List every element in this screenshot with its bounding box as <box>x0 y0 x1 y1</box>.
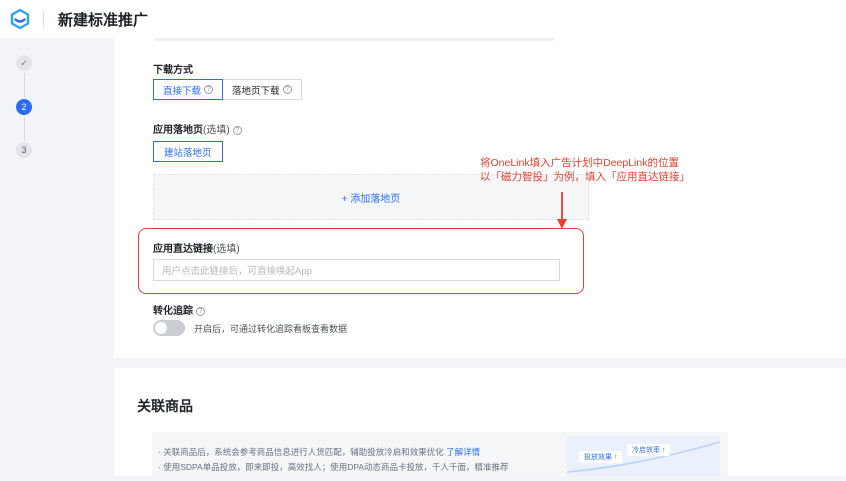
related-info-line-1: · 关联商品后，系统会参考商品信息进行人货匹配，辅助投放冷启和效果优化 了解详情 <box>158 447 481 457</box>
help-icon[interactable]: ? <box>232 126 242 135</box>
conversion-tracking-hint: 开启后，可通过转化追踪看板查看数据 <box>194 324 348 334</box>
build-landing-page-button[interactable]: 建站落地页 <box>153 141 223 162</box>
previous-section-edge <box>154 38 554 41</box>
effect-illustration: 投放效果 ↑ 冷启效率 ↑ <box>567 436 720 476</box>
deeplink-placeholder: 用户点击此链接后，可直接唤起App <box>162 266 312 277</box>
conversion-tracking-label: 转化追踪? <box>153 302 205 317</box>
annotation-line-2: 以「磁力智投」为例，填入「应用直达链接」 <box>480 171 690 183</box>
help-icon[interactable]: ? <box>282 85 292 94</box>
step-2-active[interactable]: 2 <box>16 99 32 115</box>
landing-page-label: 应用落地页(选填)? <box>153 121 242 136</box>
annotation-line-1: 将OneLink填入广告计划中DeepLink的位置 <box>480 157 679 169</box>
deeplink-input[interactable]: 用户点击此链接后，可直接唤起App <box>153 259 560 281</box>
step-connector <box>23 73 25 97</box>
step-3[interactable]: 3 <box>16 142 32 158</box>
conversion-tracking-toggle[interactable] <box>153 320 185 336</box>
effect-pill: 投放效果 ↑ <box>579 451 623 463</box>
help-icon[interactable]: ? <box>204 85 214 94</box>
download-method-selector: 直接下载? 落地页下载? <box>153 79 302 100</box>
learn-more-link[interactable]: 了解详情 <box>446 447 480 457</box>
landing-page-download-option[interactable]: 落地页下载? <box>223 79 302 100</box>
efficiency-pill: 冷启效率 ↑ <box>627 444 671 456</box>
direct-download-option[interactable]: 直接下载? <box>153 79 224 100</box>
header-divider <box>43 11 44 27</box>
toggle-knob <box>155 322 167 334</box>
deeplink-label: 应用直达链接(选填) <box>153 244 240 255</box>
related-products-title: 关联商品 <box>137 398 193 414</box>
annotation-text: 将OneLink填入广告计划中DeepLink的位置 以「磁力智投」为例，填入「… <box>480 156 690 184</box>
related-info-line-2: · 使用SDPA单品投放，即来即投，高效找人；使用DPA动态商品卡投放，千人千面… <box>158 462 509 472</box>
step-sidebar: ✓ 2 3 <box>0 38 114 481</box>
step-1-completed[interactable]: ✓ <box>16 55 32 71</box>
page-title: 新建标准推广 <box>58 12 149 29</box>
download-method-label: 下载方式 <box>153 65 193 76</box>
check-icon: ✓ <box>20 57 28 68</box>
page-bottom-edge <box>0 476 846 481</box>
annotation-arrow-icon <box>557 192 567 229</box>
help-icon[interactable]: ? <box>196 307 205 316</box>
app-logo-icon <box>10 8 30 30</box>
top-bar: 新建标准推广 <box>0 0 846 38</box>
step-connector <box>23 117 25 141</box>
